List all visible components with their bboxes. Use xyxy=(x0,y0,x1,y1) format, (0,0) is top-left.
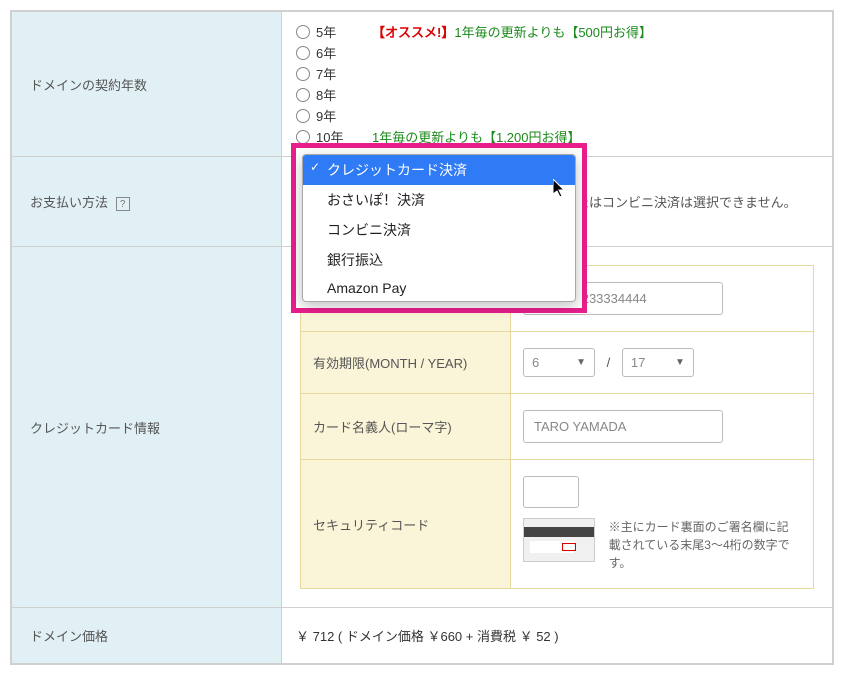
year-option-5[interactable]: 5年 【オススメ!】 1年毎の更新よりも【500円お得】 xyxy=(296,22,818,41)
security-code-label: セキュリティコード xyxy=(301,460,511,589)
card-name-label: カード名義人(ローマ字) xyxy=(301,394,511,460)
card-info-label: クレジットカード情報 xyxy=(12,247,282,608)
expiry-month-select[interactable]: 6 ▼ xyxy=(523,348,595,377)
radio-icon xyxy=(296,67,310,81)
year-option-7[interactable]: 7年 xyxy=(296,64,818,83)
radio-icon xyxy=(296,109,310,123)
radio-icon xyxy=(296,88,310,102)
payment-method-label: お支払い方法 ? xyxy=(12,157,282,247)
year-option-8[interactable]: 8年 xyxy=(296,85,818,104)
dropdown-option-osaipo[interactable]: おさいぽ！決済 xyxy=(303,185,575,215)
chevron-down-icon: ▼ xyxy=(675,357,685,368)
domain-price-value: ￥ 712 ( ドメイン価格 ￥660 + 消費税 ￥ 52 ) xyxy=(282,608,833,664)
dropdown-option-bank[interactable]: 銀行振込 xyxy=(303,245,575,275)
payment-restriction-note: たはコンビニ決済は選択できません。 xyxy=(576,192,818,211)
payment-method-dropdown: クレジットカード決済 おさいぽ！決済 コンビニ決済 銀行振込 Amazon Pa… xyxy=(291,143,587,313)
contract-years-label: ドメインの契約年数 xyxy=(12,12,282,157)
dropdown-option-credit-card[interactable]: クレジットカード決済 xyxy=(303,155,575,185)
card-back-icon xyxy=(523,518,595,562)
expiry-year-select[interactable]: 17 ▼ xyxy=(622,348,694,377)
dropdown-option-conbini[interactable]: コンビニ決済 xyxy=(303,215,575,245)
row-contract-years: ドメインの契約年数 5年 【オススメ!】 1年毎の更新よりも【500円お得】 6… xyxy=(12,12,833,157)
expiry-label: 有効期限(MONTH / YEAR) xyxy=(301,332,511,394)
radio-icon xyxy=(296,130,310,144)
security-code-input[interactable] xyxy=(523,476,579,508)
year-option-6[interactable]: 6年 xyxy=(296,43,818,62)
domain-price-label: ドメイン価格 xyxy=(12,608,282,664)
recommended-badge: 【オススメ!】 xyxy=(372,22,454,41)
dropdown-option-amazon-pay[interactable]: Amazon Pay xyxy=(303,275,575,301)
radio-icon xyxy=(296,25,310,39)
radio-icon xyxy=(296,46,310,60)
card-name-input[interactable] xyxy=(523,410,723,443)
discount-note: 1年毎の更新よりも【500円お得】 xyxy=(454,22,652,41)
security-code-note: ※主にカード裏面のご署名欄に記載されている末尾3〜4桁の数字です。 xyxy=(609,518,799,572)
help-icon[interactable]: ? xyxy=(116,197,130,211)
chevron-down-icon: ▼ xyxy=(576,357,586,368)
year-option-9[interactable]: 9年 xyxy=(296,106,818,125)
row-domain-price: ドメイン価格 ￥ 712 ( ドメイン価格 ￥660 + 消費税 ￥ 52 ) xyxy=(12,608,833,664)
